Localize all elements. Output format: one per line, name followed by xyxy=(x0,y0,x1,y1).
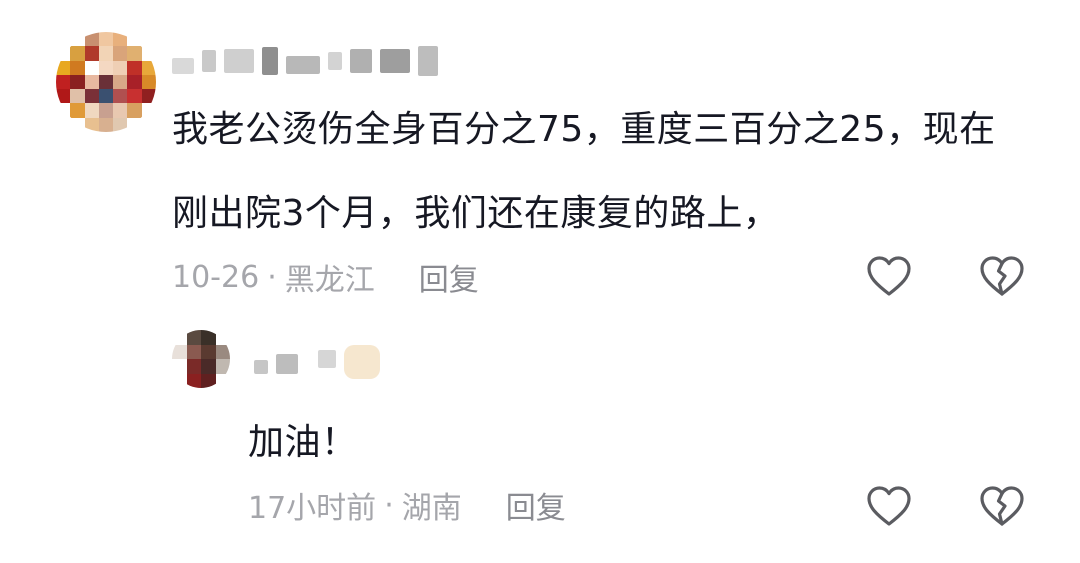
meta-separator: · xyxy=(267,259,277,295)
comment-location: 黑龙江 xyxy=(284,263,375,298)
dislike-button[interactable] xyxy=(978,252,1026,300)
reply-text: 加油！ xyxy=(248,422,358,463)
reply-button[interactable]: 回复 xyxy=(506,483,566,527)
like-button[interactable] xyxy=(865,482,913,530)
like-button[interactable] xyxy=(865,252,913,300)
reply-location: 湖南 xyxy=(401,491,462,526)
pixelated-avatar-image xyxy=(172,330,230,388)
broken-heart-icon xyxy=(980,256,1024,296)
username-redacted[interactable] xyxy=(172,44,438,78)
username-redacted[interactable] xyxy=(254,345,380,379)
broken-heart-icon xyxy=(980,486,1024,526)
comment-text: 我老公烫伤全身百分之75，重度三百分之25，现在刚出院3个月，我们还在康复的路上… xyxy=(172,109,996,234)
heart-outline-icon xyxy=(867,486,911,526)
pixelated-avatar-image xyxy=(56,32,156,132)
avatar[interactable] xyxy=(56,32,156,132)
comment-date: 10-26 xyxy=(172,259,260,295)
meta-separator: · xyxy=(384,487,394,523)
avatar[interactable] xyxy=(172,330,230,388)
comment-meta: 10-26 · 黑龙江 回复 xyxy=(172,255,479,299)
reply-meta: 17小时前 · 湖南 回复 xyxy=(248,483,566,527)
reply-button[interactable]: 回复 xyxy=(419,255,479,299)
heart-outline-icon xyxy=(867,256,911,296)
reply-date: 17小时前 xyxy=(248,491,377,526)
dislike-button[interactable] xyxy=(978,482,1026,530)
